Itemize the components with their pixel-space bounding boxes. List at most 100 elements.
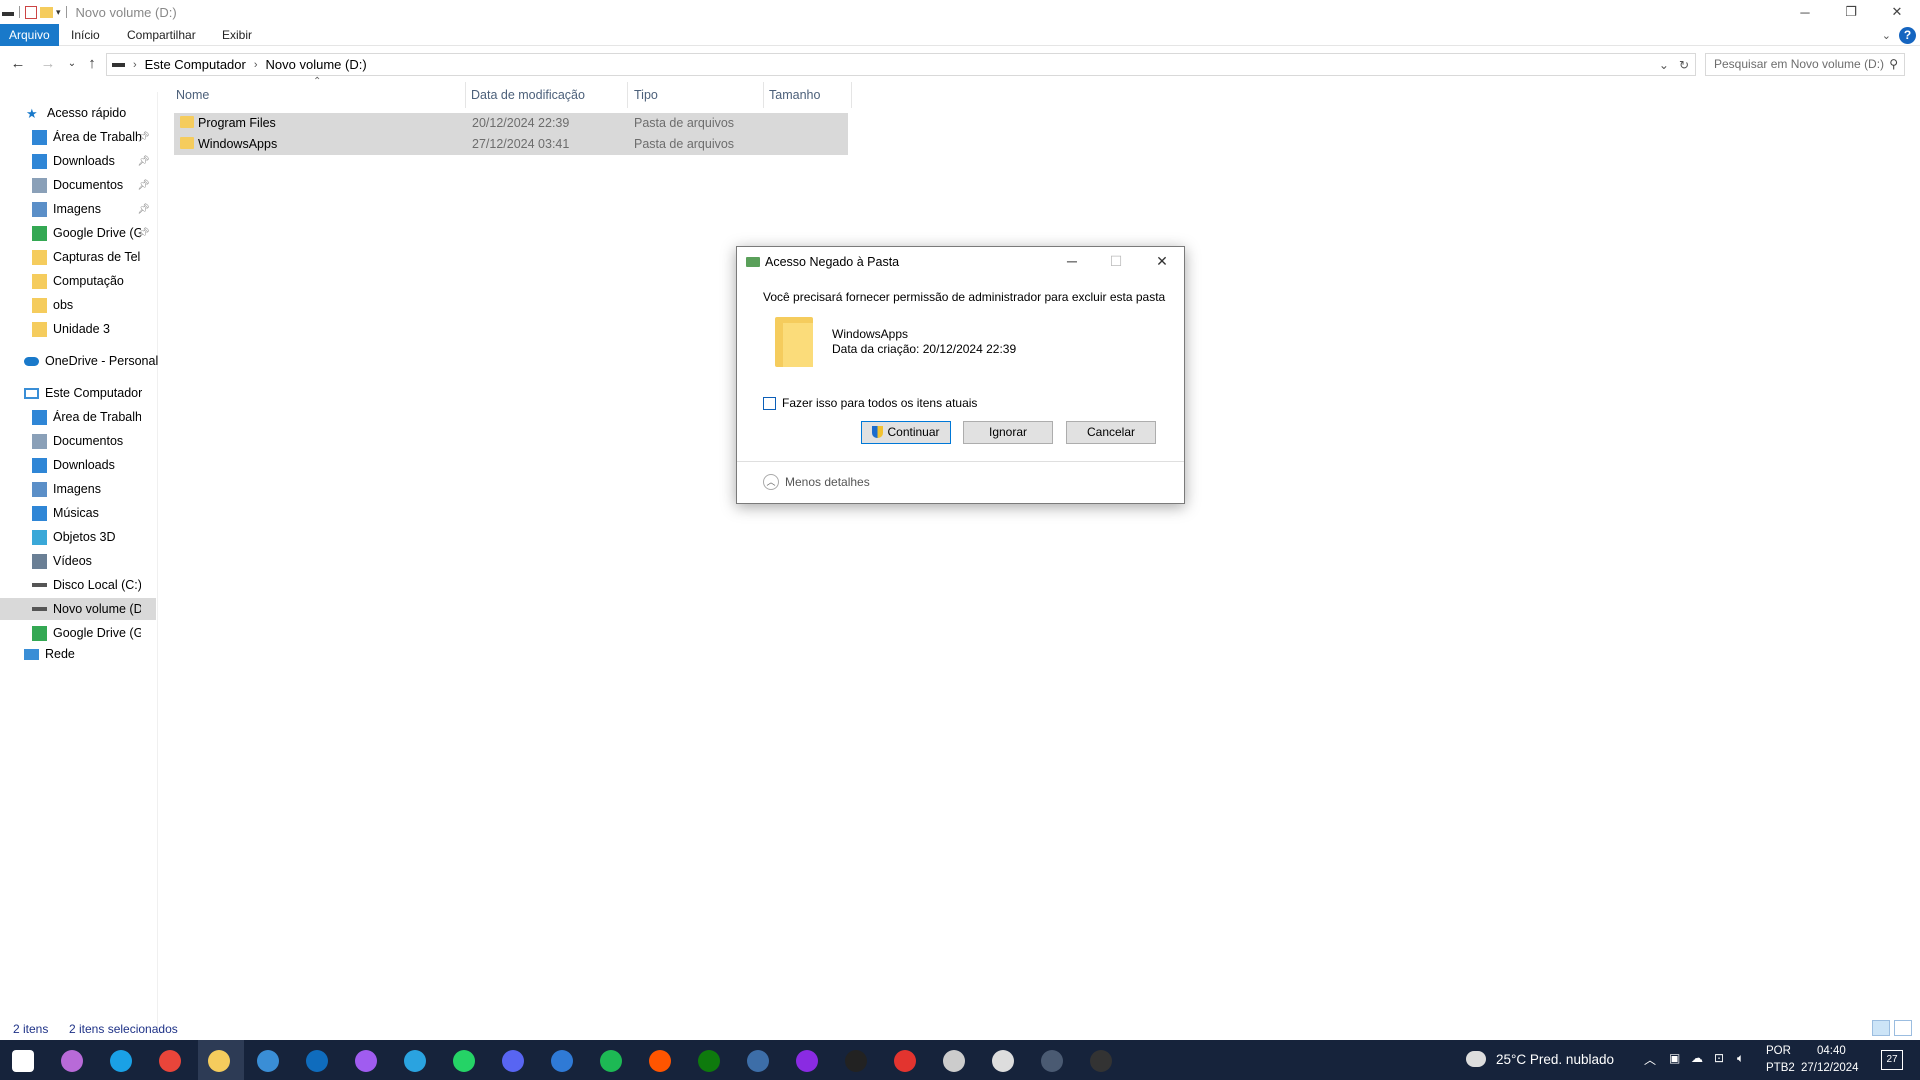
breadcrumb-este-computador[interactable]: Este Computador: [145, 57, 246, 72]
table-row[interactable]: WindowsApps 27/12/2024 03:41 Pasta de ar…: [174, 134, 848, 155]
outlook-icon[interactable]: [306, 1050, 328, 1072]
notification-center-icon[interactable]: 27: [1881, 1050, 1903, 1070]
help-button[interactable]: ?: [1899, 27, 1916, 44]
language-code[interactable]: POR: [1766, 1045, 1791, 1057]
cancel-button[interactable]: Cancelar: [1066, 421, 1156, 444]
table-row[interactable]: Program Files 20/12/2024 22:39 Pasta de …: [174, 113, 848, 134]
tab-exibir[interactable]: Exibir: [222, 24, 252, 46]
dialog-close-button[interactable]: ✕: [1147, 251, 1177, 271]
epic-games-icon[interactable]: [845, 1050, 867, 1072]
clock-date[interactable]: 27/12/2024: [1801, 1062, 1859, 1074]
telegram-icon[interactable]: [404, 1050, 426, 1072]
soundcloud-icon[interactable]: [649, 1050, 671, 1072]
keyboard-layout[interactable]: PTB2: [1766, 1062, 1795, 1074]
pin-icon[interactable]: 📌︎: [137, 132, 150, 143]
sidebar-item-imagens[interactable]: Imagens: [32, 478, 101, 500]
network-icon[interactable]: ⊡: [1714, 1051, 1724, 1065]
new-folder-icon[interactable]: [40, 6, 53, 18]
sidebar-item-objetos-3d[interactable]: Objetos 3D: [32, 526, 116, 548]
sidebar-item-documentos[interactable]: Documentos 📌︎: [32, 174, 154, 196]
restore-button[interactable]: ❐: [1828, 0, 1874, 24]
apply-to-all-checkbox[interactable]: [763, 397, 776, 410]
ea-icon[interactable]: [894, 1050, 916, 1072]
weather-icon[interactable]: [1466, 1051, 1486, 1067]
sidebar-item-google-drive-g-[interactable]: Google Drive (G:): [32, 622, 141, 644]
tab-compartilhar[interactable]: Compartilhar: [127, 24, 196, 46]
address-bar[interactable]: › Este Computador › Novo volume (D:) ⌄ ↻: [106, 53, 1696, 76]
whatsapp-icon[interactable]: [453, 1050, 475, 1072]
sidebar-item-v-deos[interactable]: Vídeos: [32, 550, 92, 572]
messenger-icon[interactable]: [355, 1050, 377, 1072]
search-input[interactable]: Pesquisar em Novo volume (D:) ⚲: [1705, 53, 1905, 76]
continue-button[interactable]: Continuar: [861, 421, 951, 444]
column-divider[interactable]: [763, 82, 764, 108]
apply-to-all-label[interactable]: Fazer isso para todos os itens atuais: [782, 396, 977, 410]
pin-icon[interactable]: 📌︎: [137, 228, 150, 239]
dialog-minimize-button[interactable]: ─: [1057, 251, 1087, 271]
pin-icon[interactable]: 📌︎: [137, 156, 150, 167]
store-icon[interactable]: [257, 1050, 279, 1072]
less-details-toggle[interactable]: ︿ Menos detalhes: [763, 474, 870, 490]
pin-icon[interactable]: 📌︎: [137, 180, 150, 191]
large-icons-view-icon[interactable]: [1894, 1020, 1912, 1036]
refresh-icon[interactable]: ↻: [1679, 58, 1689, 72]
column-divider[interactable]: [627, 82, 628, 108]
sidebar-item-novo-volume-d-[interactable]: Novo volume (D:): [0, 598, 156, 620]
weather-text[interactable]: 25°C Pred. nublado: [1496, 1052, 1614, 1067]
chevron-down-icon[interactable]: ⌄: [1659, 58, 1669, 72]
back-button[interactable]: ←: [8, 54, 28, 74]
sidebar-item-acesso-rapido[interactable]: ★ Acesso rápido: [26, 102, 126, 124]
minimize-button[interactable]: ─: [1782, 0, 1828, 24]
skip-button[interactable]: Ignorar: [963, 421, 1053, 444]
chevron-up-icon[interactable]: ︿: [1644, 1051, 1656, 1068]
sidebar-item-onedrive[interactable]: OneDrive - Personal: [24, 350, 158, 372]
app-circle-icon[interactable]: [796, 1050, 818, 1072]
obs-icon[interactable]: [1090, 1050, 1112, 1072]
column-header-nome[interactable]: Nome: [176, 82, 209, 108]
tab-arquivo[interactable]: Arquivo: [0, 24, 59, 46]
start-icon[interactable]: [12, 1050, 34, 1072]
close-button[interactable]: ✕: [1874, 0, 1920, 24]
column-header-data[interactable]: Data de modificação: [471, 82, 585, 108]
spotify-icon[interactable]: [600, 1050, 622, 1072]
chrome-icon[interactable]: [159, 1050, 181, 1072]
sidebar-item-documentos[interactable]: Documentos: [32, 430, 123, 452]
copilot-icon[interactable]: [61, 1050, 83, 1072]
edge-icon[interactable]: [110, 1050, 132, 1072]
column-divider[interactable]: [851, 82, 852, 108]
sidebar-item-obs[interactable]: obs: [32, 294, 73, 316]
pin-icon[interactable]: 📌︎: [137, 204, 150, 215]
sidebar-item--rea-de-trabalho[interactable]: Área de Trabalho: [32, 406, 141, 428]
sidebar-item-downloads[interactable]: Downloads 📌︎: [32, 150, 154, 172]
sidebar-item-disco-local-c-[interactable]: Disco Local (C:): [32, 574, 141, 596]
sidebar-item-unidade-3[interactable]: Unidade 3: [32, 318, 110, 340]
cloud-icon[interactable]: ☁: [1691, 1051, 1703, 1065]
ubisoft-icon[interactable]: [943, 1050, 965, 1072]
column-header-tipo[interactable]: Tipo: [634, 82, 658, 108]
meet-now-icon[interactable]: ▣: [1669, 1051, 1680, 1065]
video-editor-icon[interactable]: [551, 1050, 573, 1072]
xbox-icon[interactable]: [698, 1050, 720, 1072]
sidebar-item-rede[interactable]: Rede: [24, 643, 75, 665]
clock-time[interactable]: 04:40: [1817, 1045, 1846, 1057]
expand-ribbon-icon[interactable]: ⌄: [1882, 29, 1891, 42]
recent-locations-button[interactable]: ⌄: [62, 54, 82, 74]
volume-icon[interactable]: 🔈︎: [1737, 1051, 1744, 1066]
customize-toolbar-icon[interactable]: ▾: [56, 7, 61, 18]
sidebar-item-downloads[interactable]: Downloads: [32, 454, 115, 476]
properties-icon[interactable]: [25, 5, 37, 19]
sidebar-item-capturas-de-tela[interactable]: Capturas de Tela: [32, 246, 141, 268]
chevron-right-icon[interactable]: ›: [133, 59, 137, 71]
sidebar-item-google-drive-g-[interactable]: Google Drive (G: 📌︎: [32, 222, 154, 244]
file-explorer-icon[interactable]: [208, 1050, 230, 1072]
details-view-icon[interactable]: [1872, 1020, 1890, 1036]
forward-button[interactable]: →: [38, 54, 58, 74]
chevron-right-icon[interactable]: ›: [254, 59, 258, 71]
breadcrumb-novo-volume[interactable]: Novo volume (D:): [266, 57, 367, 72]
search-icon[interactable]: ⚲: [1889, 54, 1898, 75]
up-button[interactable]: ↑: [82, 54, 102, 74]
sidebar-item-este-computador[interactable]: Este Computador: [24, 382, 142, 404]
discord-icon[interactable]: [502, 1050, 524, 1072]
sidebar-item-m-sicas[interactable]: Músicas: [32, 502, 99, 524]
clock-icon[interactable]: [992, 1050, 1014, 1072]
